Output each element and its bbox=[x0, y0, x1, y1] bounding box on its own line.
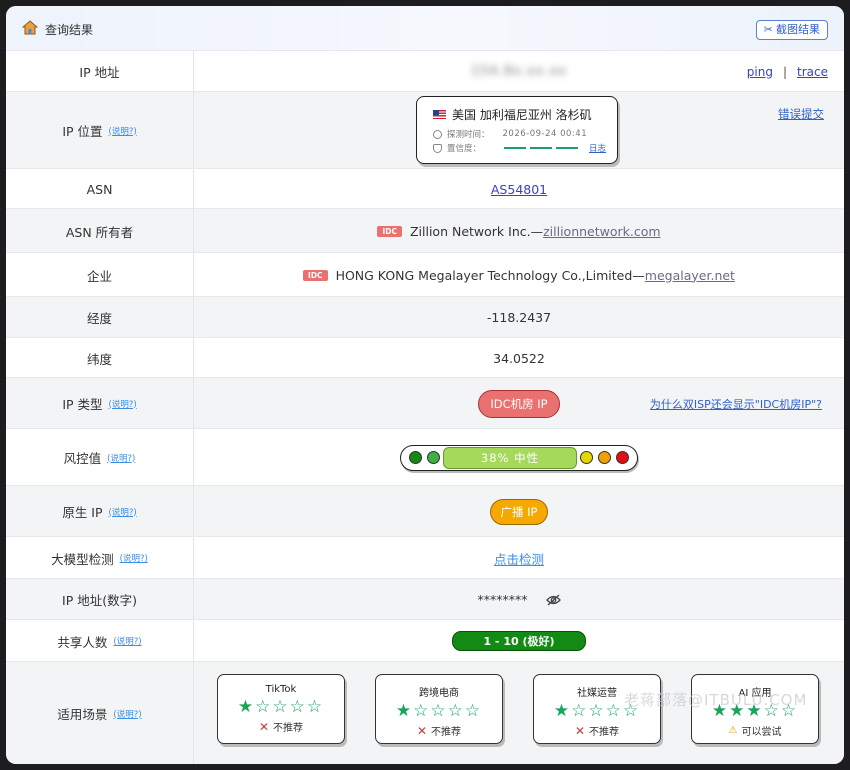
company-label: 企业 bbox=[86, 268, 112, 284]
asn-owner-label: ASN 所有者 bbox=[65, 224, 134, 240]
risk-dot-low bbox=[427, 451, 440, 464]
ip-type-badge: IDC机房 IP bbox=[478, 389, 560, 418]
help-link[interactable]: (说明?) bbox=[109, 398, 137, 410]
asn-row: ASN AS54801 bbox=[6, 168, 844, 209]
detect-link[interactable]: 点击检测 bbox=[494, 549, 544, 568]
risk-label: 风控值 bbox=[63, 451, 102, 466]
idc-badge: IDC bbox=[377, 225, 402, 237]
help-link[interactable]: (说明?) bbox=[120, 552, 148, 564]
asn-link[interactable]: AS54801 bbox=[491, 182, 547, 197]
longitude-label: 经度 bbox=[86, 311, 112, 326]
ip-row: IP 地址 154.8x.xx.xx ping | trace bbox=[6, 50, 844, 92]
risk-dot-elevated bbox=[580, 451, 593, 464]
probe-time: 2026-09-24 00:41 bbox=[502, 129, 588, 139]
home-icon bbox=[22, 20, 38, 35]
x-icon: ✕ bbox=[258, 719, 270, 734]
native-ip-row: 原生 IP (说明?) 广播 IP bbox=[6, 485, 844, 537]
help-link[interactable]: (说明?) bbox=[109, 506, 137, 518]
scenario-label: 适用场景 bbox=[57, 707, 108, 722]
native-ip-label: 原生 IP bbox=[62, 505, 103, 520]
shield-icon bbox=[433, 143, 442, 153]
clock-icon bbox=[433, 129, 442, 139]
x-icon: ✕ bbox=[574, 723, 586, 738]
warning-icon: ⚠ bbox=[728, 725, 738, 736]
latitude-row: 纬度 34.0522 bbox=[6, 337, 844, 378]
us-flag-icon bbox=[433, 110, 446, 119]
header-bar: 查询结果 ✂ 截图结果 bbox=[6, 6, 844, 50]
risk-dot-high bbox=[598, 451, 611, 464]
share-row: 共享人数 (说明?) 1 - 10 (极好) bbox=[6, 619, 844, 662]
ip-numeric-value: ******** bbox=[477, 592, 528, 607]
ip-numeric-row: IP 地址(数字) ******** bbox=[6, 578, 844, 620]
company-row: 企业 IDC HONG KONG Megalayer Technology Co… bbox=[6, 252, 844, 297]
native-ip-badge: 广播 IP bbox=[489, 498, 549, 525]
scenario-card-tiktok: TikTok ★☆☆☆☆ ✕ 不推荐 bbox=[217, 674, 345, 744]
share-label: 共享人数 bbox=[57, 634, 108, 650]
help-link[interactable]: (说明?) bbox=[109, 125, 137, 137]
longitude-value: -118.2437 bbox=[486, 310, 552, 325]
page-title: 查询结果 bbox=[45, 23, 94, 37]
location-card: 美国 加利福尼亚州 洛杉矶 探测时间： 2026-09-24 00:41 置信度… bbox=[416, 96, 618, 164]
risk-meter: 38% 中性 bbox=[400, 444, 638, 471]
ip-type-row: IP 类型 (说明?) IDC机房 IP 为什么双ISP还会显示"IDC机房IP… bbox=[6, 377, 844, 429]
location-label: IP 位置 bbox=[62, 124, 103, 139]
asn-owner-domain[interactable]: zillionnetwork.com bbox=[543, 224, 660, 239]
share-badge: 1 - 10 (极好) bbox=[452, 631, 586, 651]
scenario-row: 适用场景 (说明?) TikTok ★☆☆☆☆ ✕ 不推荐 跨境电商 ★☆☆☆☆ … bbox=[6, 661, 844, 764]
scenario-card-ecommerce: 跨境电商 ★☆☆☆☆ ✕ 不推荐 bbox=[375, 674, 503, 744]
help-link[interactable]: (说明?) bbox=[113, 635, 141, 647]
error-report-link[interactable]: 错误提交 bbox=[778, 106, 824, 122]
location-value: 美国 加利福尼亚州 洛杉矶 bbox=[452, 108, 592, 122]
latitude-label: 纬度 bbox=[86, 351, 112, 367]
risk-row: 风控值 (说明?) 38% 中性 bbox=[6, 428, 844, 486]
risk-score: 38% 中性 bbox=[443, 446, 577, 469]
company-domain[interactable]: megalayer.net bbox=[645, 268, 735, 283]
risk-dot-very-low bbox=[409, 451, 422, 464]
watermark: 老蒋部落@ITBULU.COM bbox=[624, 691, 808, 709]
help-link[interactable]: (说明?) bbox=[113, 708, 141, 720]
x-icon: ✕ bbox=[416, 723, 428, 738]
log-link[interactable]: 日志 bbox=[589, 142, 606, 154]
asn-owner-row: ASN 所有者 IDC Zillion Network Inc.— zillio… bbox=[6, 208, 844, 253]
asn-label: ASN bbox=[86, 181, 113, 197]
company-name: HONG KONG Megalayer Technology Co.,Limit… bbox=[335, 267, 645, 283]
star-rating: ★☆☆☆☆ bbox=[237, 697, 325, 717]
help-link[interactable]: (说明?) bbox=[107, 452, 135, 464]
trace-link[interactable]: trace bbox=[797, 65, 828, 79]
screenshot-button[interactable]: ✂ 截图结果 bbox=[755, 20, 828, 40]
ip-type-faq-link[interactable]: 为什么双ISP还会显示"IDC机房IP"? bbox=[650, 378, 822, 429]
ping-link[interactable]: ping bbox=[747, 65, 773, 79]
star-rating: ★☆☆☆☆ bbox=[395, 701, 483, 721]
result-card: 查询结果 ✂ 截图结果 IP 地址 154.8x.xx.xx ping | tr… bbox=[6, 6, 844, 764]
asn-owner-name: Zillion Network Inc.— bbox=[409, 223, 544, 239]
ip-value: 154.8x.xx.xx bbox=[471, 64, 567, 79]
llm-detect-label: 大模型检测 bbox=[51, 551, 114, 567]
risk-dot-very-high bbox=[616, 451, 629, 464]
llm-detect-row: 大模型检测 (说明?) 点击检测 bbox=[6, 536, 844, 579]
ip-numeric-label: IP 地址(数字) bbox=[62, 593, 137, 608]
idc-badge: IDC bbox=[303, 269, 328, 281]
confidence-indicator bbox=[504, 147, 579, 149]
location-row: IP 位置 (说明?) 美国 加利福尼亚州 洛杉矶 探测时间： 2026-09-… bbox=[6, 91, 844, 169]
longitude-row: 经度 -118.2437 bbox=[6, 296, 844, 338]
ip-type-label: IP 类型 bbox=[62, 397, 103, 412]
latitude-value: 34.0522 bbox=[493, 350, 545, 366]
scissors-icon: ✂ bbox=[763, 23, 773, 36]
eye-off-icon[interactable] bbox=[545, 594, 561, 606]
ip-label: IP 地址 bbox=[6, 51, 194, 92]
